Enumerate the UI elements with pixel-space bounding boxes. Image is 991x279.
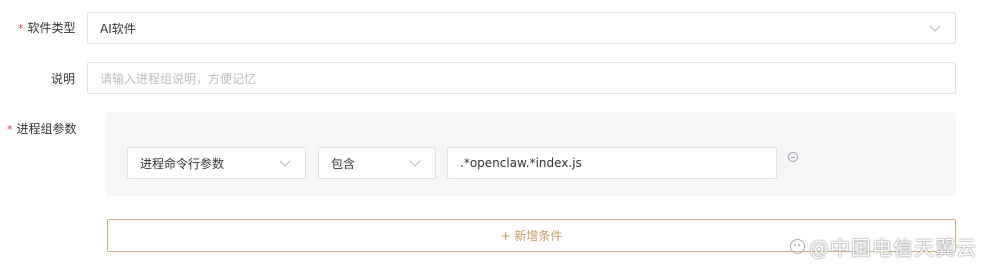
process-group-params-label: * 进程组参数: [7, 120, 77, 137]
condition-operator-select[interactable]: 包含: [318, 147, 436, 179]
chevron-down-icon[interactable]: [929, 19, 941, 32]
condition-value-input[interactable]: .*openclaw.*index.js: [447, 147, 777, 179]
condition-field-value: 进程命令行参数: [140, 156, 225, 171]
watermark-text: @中国电信天翼云: [809, 236, 977, 260]
watermark-logo-icon: [790, 239, 805, 254]
software-type-label: * 软件类型: [18, 19, 76, 36]
condition-operator-value: 包含: [331, 156, 356, 171]
chevron-down-icon[interactable]: [409, 154, 421, 167]
minus-circle-icon[interactable]: [788, 152, 798, 162]
software-type-value: AI软件: [100, 21, 136, 36]
software-type-select[interactable]: AI软件: [87, 12, 956, 44]
description-input[interactable]: 请输入进程组说明，方便记忆: [87, 62, 956, 94]
description-label: 说明: [51, 72, 76, 86]
required-mark: *: [7, 123, 13, 136]
required-mark: *: [18, 22, 24, 35]
watermark: @中国电信天翼云: [790, 232, 977, 261]
process-group-params-label-text: 进程组参数: [16, 122, 77, 136]
condition-value-text: .*openclaw.*index.js: [460, 156, 582, 170]
description-placeholder: 请输入进程组说明，方便记忆: [100, 71, 257, 86]
software-config-form: * 软件类型 AI软件 说明 请输入进程组说明，方便记忆 * 进程组参数 进程命令行…: [0, 0, 991, 279]
chevron-down-icon[interactable]: [279, 154, 291, 167]
condition-field-select[interactable]: 进程命令行参数: [127, 147, 306, 179]
software-type-label-text: 软件类型: [27, 21, 76, 35]
